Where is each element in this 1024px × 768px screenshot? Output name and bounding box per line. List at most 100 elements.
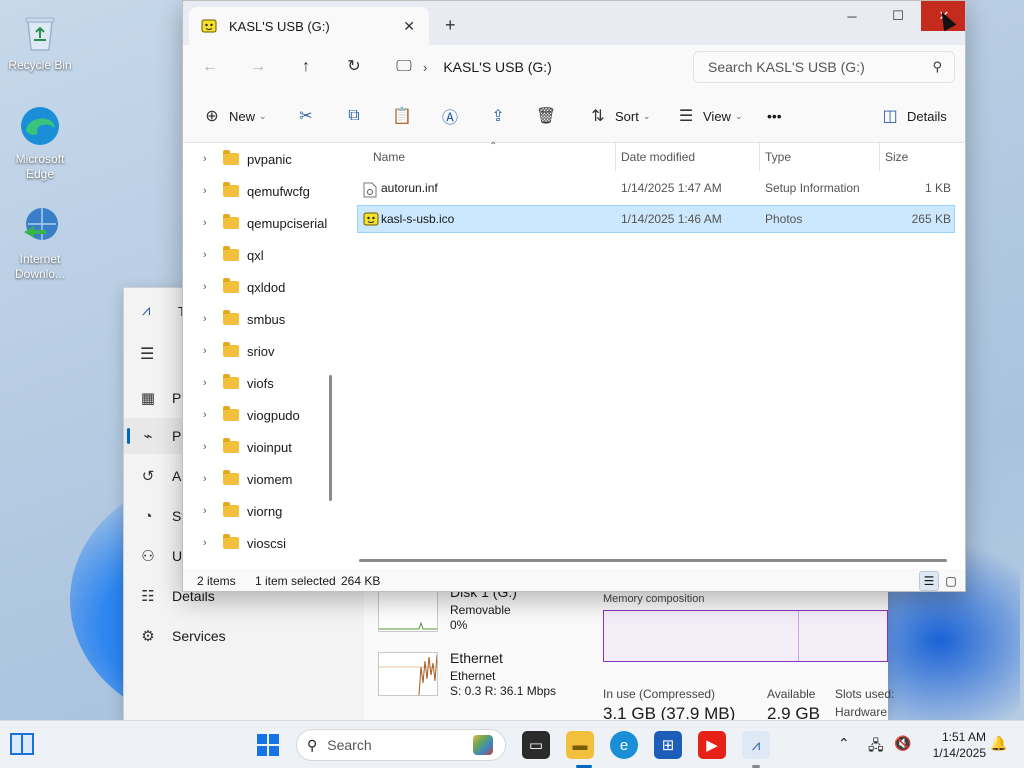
search-input[interactable]: Search KASL'S USB (G:) — [708, 59, 865, 75]
file-date: 1/14/2025 1:46 AM — [621, 212, 722, 226]
taskbar-search[interactable]: ⚲ Search — [296, 729, 506, 761]
task-manager-taskbar-icon[interactable]: ⩘ — [742, 731, 770, 759]
chevron-right-icon[interactable]: › — [203, 249, 217, 261]
chevron-right-icon[interactable]: › — [203, 505, 217, 517]
file-row[interactable]: autorun.inf 1/14/2025 1:47 AM Setup Info… — [357, 175, 955, 203]
copy-button[interactable]: ⧉ — [343, 103, 365, 129]
rename-button[interactable]: Ⓐ — [439, 103, 461, 129]
paste-button[interactable]: 📋 — [391, 103, 413, 129]
chevron-right-icon[interactable]: › — [203, 441, 217, 453]
rename-icon: Ⓐ — [441, 110, 458, 127]
forward-button[interactable]: → — [245, 55, 271, 79]
available-label: Available — [767, 687, 816, 701]
usb-drive-icon — [201, 19, 217, 33]
column-divider[interactable] — [879, 143, 880, 171]
tree-item-label: sriov — [247, 343, 275, 359]
youtube-taskbar-icon[interactable]: ▶ — [698, 731, 726, 759]
close-tab-icon[interactable]: ✕ — [403, 18, 415, 35]
tree-item-viomem[interactable]: › viomem — [183, 463, 333, 495]
sort-button[interactable]: ⇅ Sort ⌄ — [587, 103, 650, 129]
tree-item-qxldod[interactable]: › qxldod — [183, 271, 333, 303]
column-divider[interactable] — [615, 143, 616, 171]
tree-item-vioscsi[interactable]: › vioscsi — [183, 527, 333, 559]
minimize-button[interactable]: ─ — [829, 1, 875, 31]
ethernet-mini-graph[interactable] — [378, 652, 438, 696]
hamburger-menu-icon[interactable]: ☰ — [140, 344, 154, 364]
up-button[interactable]: ↑ — [293, 55, 319, 79]
navigation-pane[interactable]: › pvpanic › qemufwcfg › qemupciserial › qxl › qxl… — [183, 143, 339, 569]
details-pane-button[interactable]: ◫ Details — [879, 103, 946, 129]
chevron-right-icon[interactable]: › — [203, 313, 217, 325]
network-icon[interactable]: 🖧 — [868, 735, 884, 759]
chevron-right-icon[interactable]: › — [203, 281, 217, 293]
delete-button[interactable]: 🗑 — [535, 103, 557, 129]
back-button[interactable]: ← — [197, 55, 223, 79]
desktop-icon-recycle-bin[interactable]: Recycle Bin — [2, 10, 78, 73]
disk-mini-graph[interactable] — [378, 588, 438, 632]
tree-item-label: viogpudo — [247, 407, 300, 423]
tree-item-sriov[interactable]: › sriov — [183, 335, 333, 367]
chevron-right-icon[interactable]: › — [203, 153, 217, 165]
new-tab-button[interactable]: + — [445, 15, 456, 36]
system-clock[interactable]: 1:51 AM 1/14/2025 — [914, 729, 986, 761]
address-segment[interactable]: KASL'S USB (G:) — [443, 59, 551, 75]
app-history-icon: ↺ — [141, 468, 155, 485]
view-label: View — [703, 108, 731, 124]
store-taskbar-icon[interactable]: ⊞ — [654, 731, 682, 759]
taskbar-search-input[interactable]: Search — [327, 737, 371, 753]
tree-item-pvpanic[interactable]: › pvpanic — [183, 143, 333, 175]
file-row-selected[interactable]: kasl-s-usb.ico 1/14/2025 1:46 AM Photos … — [357, 205, 955, 233]
explorer-titlebar[interactable]: KASL'S USB (G:) ✕ + ─ ☐ ✕ — [183, 1, 965, 45]
chevron-right-icon[interactable]: › — [203, 185, 217, 197]
chevron-right-icon[interactable]: › — [203, 345, 217, 357]
chevron-right-icon[interactable]: › — [203, 473, 217, 485]
details-view-button[interactable]: ☰ — [919, 571, 939, 591]
column-divider[interactable] — [759, 143, 760, 171]
tree-item-viorng[interactable]: › viorng — [183, 495, 333, 527]
tree-item-vioinput[interactable]: › vioinput — [183, 431, 333, 463]
horizontal-scrollbar[interactable] — [359, 559, 947, 562]
tm-nav-services[interactable]: ⚙ Services — [124, 618, 364, 654]
view-button[interactable]: ☰ View ⌄ — [675, 103, 743, 129]
edge-taskbar-icon[interactable]: e — [610, 731, 638, 759]
file-explorer-window[interactable]: KASL'S USB (G:) ✕ + ─ ☐ ✕ ← → ↑ ↻ 🖵 › KA… — [182, 0, 966, 592]
maximize-button[interactable]: ☐ — [875, 1, 921, 31]
explorer-tab[interactable]: KASL'S USB (G:) ✕ — [189, 7, 429, 45]
status-bar: 2 items 1 item selected 264 KB ☰ ▢ — [183, 569, 965, 591]
widgets-icon[interactable] — [10, 733, 34, 755]
chevron-right-icon[interactable]: › — [203, 217, 217, 229]
search-box[interactable]: Search KASL'S USB (G:) ⚲ — [693, 51, 955, 83]
cut-button[interactable]: ✂ — [295, 103, 317, 129]
tree-item-qxl[interactable]: › qxl — [183, 239, 333, 271]
file-list[interactable]: ⌃ Name Date modified Type Size autorun.i… — [339, 141, 965, 569]
start-button[interactable] — [256, 733, 280, 757]
more-options-button[interactable]: ••• — [767, 103, 782, 129]
folder-icon — [223, 342, 239, 357]
refresh-button[interactable]: ↻ — [341, 55, 367, 79]
chevron-right-icon[interactable]: › — [203, 537, 217, 549]
column-header-date[interactable]: Date modified — [621, 143, 695, 171]
column-header-size[interactable]: Size — [885, 143, 908, 171]
chevron-down-icon: ⌄ — [734, 110, 743, 121]
this-pc-icon[interactable]: 🖵 — [391, 55, 417, 79]
column-header-name[interactable]: Name — [373, 143, 405, 171]
tree-item-smbus[interactable]: › smbus — [183, 303, 333, 335]
tree-item-viogpudo[interactable]: › viogpudo — [183, 399, 333, 431]
show-hidden-icons-chevron-icon[interactable]: ⌃ — [838, 735, 850, 752]
tree-item-qemufwcfg[interactable]: › qemufwcfg — [183, 175, 333, 207]
column-header-type[interactable]: Type — [765, 143, 791, 171]
task-view-icon[interactable]: ▭ — [522, 731, 550, 759]
file-explorer-taskbar-icon[interactable]: ▬ — [566, 731, 594, 759]
volume-muted-icon[interactable]: 🔇 — [894, 735, 911, 752]
notifications-icon[interactable]: 🔔 — [990, 735, 1007, 752]
share-button[interactable]: ⇪ — [487, 103, 509, 129]
desktop-icon-idm[interactable]: Internet Downlo... — [2, 204, 78, 282]
address-bar[interactable]: › KASL'S USB (G:) — [423, 51, 719, 83]
chevron-right-icon[interactable]: › — [203, 377, 217, 389]
chevron-right-icon[interactable]: › — [203, 409, 217, 421]
new-button[interactable]: ⊕ New ⌄ — [201, 103, 266, 129]
desktop-icon-edge[interactable]: Microsoft Edge — [2, 104, 78, 182]
tree-item-viofs[interactable]: › viofs — [183, 367, 333, 399]
tree-item-qemupciserial[interactable]: › qemupciserial — [183, 207, 333, 239]
tiles-view-button[interactable]: ▢ — [941, 571, 961, 591]
